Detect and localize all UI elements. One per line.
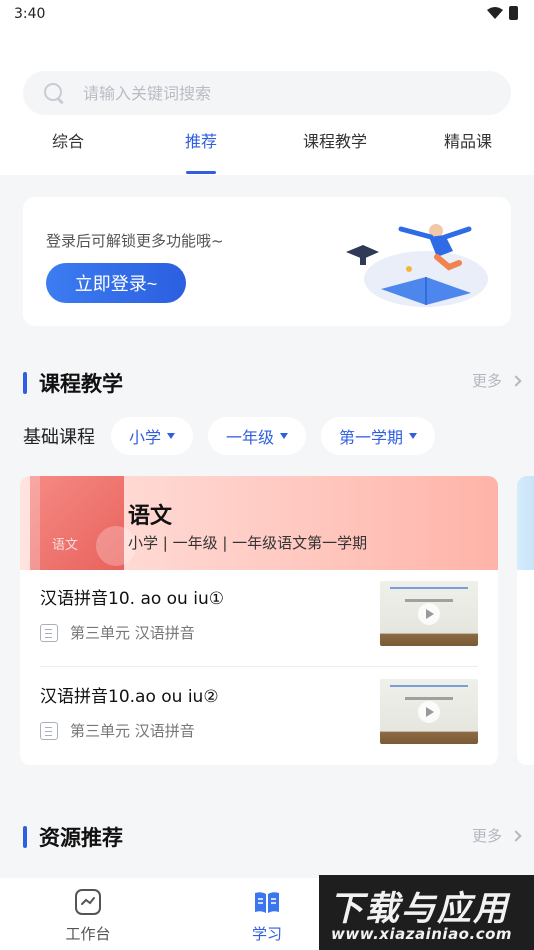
thumb-title-line [405, 599, 453, 602]
lesson-item[interactable]: 汉语拼音10. ao ou iu① 第三单元 汉语拼音 [40, 570, 478, 668]
lesson-video-thumbnail[interactable] [380, 679, 478, 744]
course-filters: 基础课程 小学 一年级 第一学期 [23, 417, 450, 455]
lesson-unit: 第三单元 汉语拼音 [40, 720, 195, 741]
tab-recommended[interactable]: 推荐 [185, 128, 217, 174]
tab-course-teaching[interactable]: 课程教学 [303, 128, 367, 174]
chevron-right-icon [510, 829, 522, 842]
cover-text: 语文 [52, 538, 79, 553]
login-card: 登录后可解锁更多功能哦~ 立即登录~ [23, 197, 511, 326]
filter-stage-dropdown[interactable]: 小学 [111, 417, 194, 455]
lesson-unit: 第三单元 汉语拼音 [40, 622, 195, 643]
course-card[interactable]: 语文 语文 小学 | 一年级 | 一年级语文第一学期 汉语拼音10. ao ou… [20, 476, 498, 765]
tab-bar: 综合 推荐 课程教学 精品课 [0, 128, 534, 174]
section-accent-bar [23, 372, 27, 394]
lesson-title: 汉语拼音10.ao ou iu② [40, 687, 219, 707]
filter-semester-dropdown[interactable]: 第一学期 [321, 417, 436, 455]
tab-label: 课程教学 [303, 132, 368, 151]
play-icon [418, 701, 440, 723]
status-icons [487, 6, 518, 20]
lesson-item[interactable]: 汉语拼音10.ao ou iu② 第三单元 汉语拼音 [40, 668, 478, 765]
filter-grade-dropdown[interactable]: 一年级 [208, 417, 307, 455]
lesson-unit-text: 第三单元 汉语拼音 [70, 722, 195, 740]
resource-section-title: 资源推荐 [23, 822, 123, 852]
wifi-icon [487, 7, 503, 19]
more-label: 更多 [471, 827, 502, 845]
student-flying-illustration [346, 224, 488, 307]
more-label: 更多 [471, 372, 502, 390]
lesson-title: 汉语拼音10. ao ou iu① [40, 589, 224, 609]
section-accent-bar [23, 826, 27, 848]
course-meta: 小学 | 一年级 | 一年级语文第一学期 [128, 534, 368, 552]
lesson-divider [40, 666, 478, 667]
lesson-unit-text: 第三单元 汉语拼音 [70, 624, 195, 642]
workbench-icon [75, 889, 101, 915]
next-course-card-peek[interactable] [517, 476, 534, 765]
login-button[interactable]: 立即登录~ [46, 263, 186, 303]
course-header[interactable]: 语文 语文 小学 | 一年级 | 一年级语文第一学期 [20, 476, 498, 570]
section-title-text: 课程教学 [39, 372, 123, 396]
search-bar[interactable] [23, 71, 511, 115]
tab-comprehensive[interactable]: 综合 [52, 128, 84, 174]
textbook-cover: 语文 [30, 476, 136, 570]
tab-label: 推荐 [185, 132, 218, 151]
site-watermark: 下载与应用 www.xiazainiao.com [319, 875, 534, 950]
tab-label: 精品课 [444, 132, 493, 151]
course-more-link[interactable]: 更多 [471, 370, 522, 391]
filter-value: 第一学期 [339, 428, 404, 447]
watermark-url: www.xiazainiao.com [331, 925, 513, 943]
thumb-header-line [390, 587, 468, 589]
status-time: 3:40 [14, 6, 46, 22]
status-bar: 3:40 [0, 0, 534, 30]
section-title-text: 资源推荐 [39, 826, 123, 850]
next-course-header [517, 476, 534, 570]
filter-value: 小学 [129, 428, 162, 447]
nav-label: 学习 [251, 925, 282, 943]
book-icon [255, 892, 279, 913]
resource-more-link[interactable]: 更多 [471, 825, 522, 846]
book-spine [30, 476, 40, 570]
course-subject: 语文 [128, 504, 173, 529]
thumb-title-line [405, 697, 453, 700]
tab-premium-courses[interactable]: 精品课 [444, 128, 492, 174]
tab-label: 综合 [52, 132, 85, 151]
search-input[interactable] [83, 83, 463, 103]
filter-value: 一年级 [226, 428, 275, 447]
nav-label: 工作台 [65, 925, 111, 943]
document-icon [40, 721, 58, 740]
watermark-title: 下载与应用 [329, 889, 509, 929]
filter-label: 基础课程 [23, 427, 95, 448]
active-tab-indicator [186, 171, 216, 174]
course-section-title: 课程教学 [23, 368, 123, 398]
caret-down-icon [409, 433, 418, 439]
login-tip: 登录后可解锁更多功能哦~ [46, 232, 224, 250]
chevron-right-icon [510, 374, 522, 387]
thumb-header-line [390, 685, 468, 687]
lesson-video-thumbnail[interactable] [380, 581, 478, 646]
caret-down-icon [167, 433, 176, 439]
play-icon [418, 603, 440, 625]
nav-workbench[interactable]: 工作台 [43, 878, 133, 950]
caret-down-icon [280, 433, 289, 439]
battery-icon [509, 6, 518, 20]
document-icon [40, 623, 58, 642]
nav-study[interactable]: 学习 [222, 878, 312, 950]
search-icon [43, 82, 65, 104]
